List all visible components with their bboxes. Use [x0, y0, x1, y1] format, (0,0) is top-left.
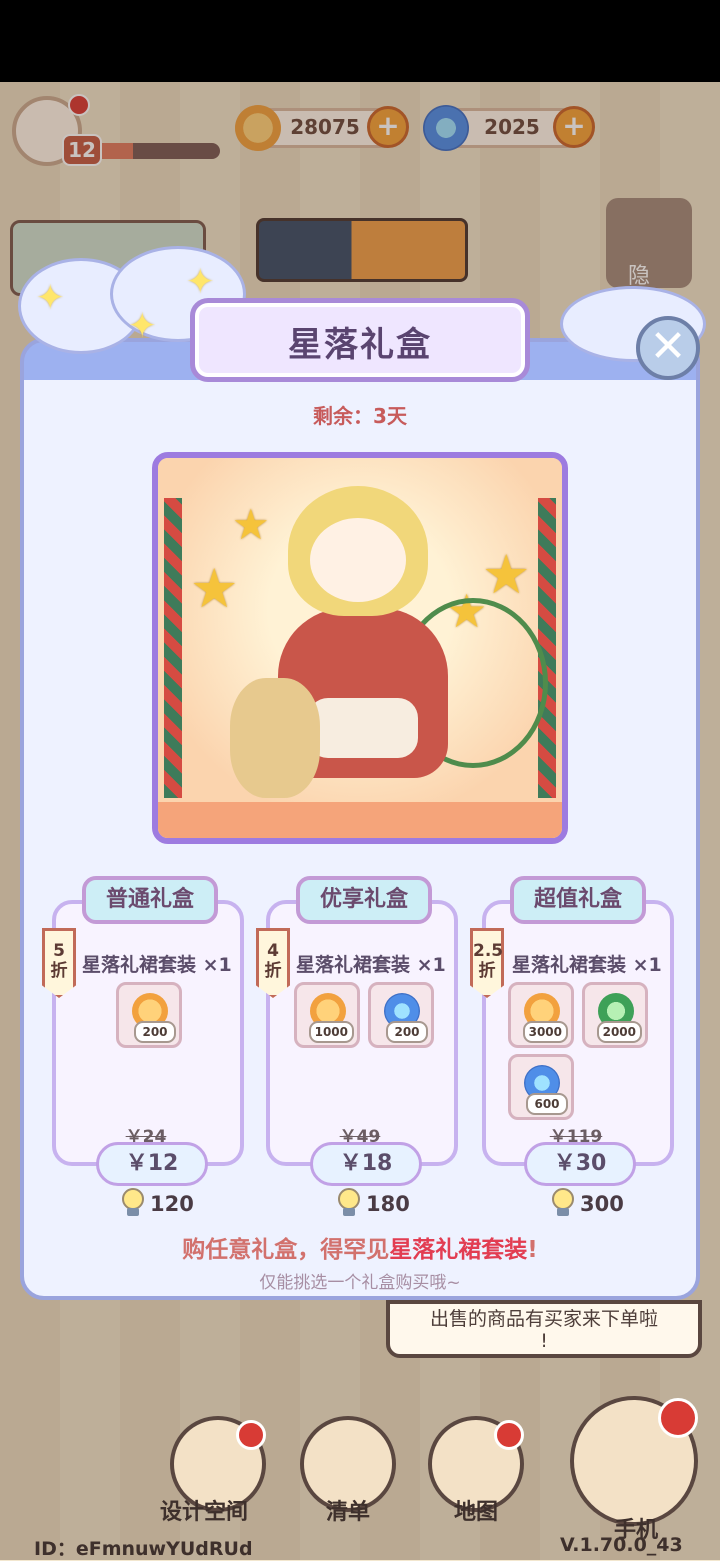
card-title: 普通礼盒 — [82, 876, 218, 924]
star-ornament-icon: ★ — [232, 500, 270, 549]
card-item-label: 星落礼裙套装 ×1 — [296, 954, 446, 976]
card-title: 优享礼盒 — [296, 876, 432, 924]
discount-tag: 4 折 — [256, 928, 290, 998]
reward-slot: 200 — [116, 982, 182, 1048]
discount-tag: 5 折 — [42, 928, 76, 998]
promo-text: 购任意礼盒，得罕见星落礼裙套装! — [182, 1237, 538, 1263]
nav-label: 清单 — [325, 1500, 370, 1525]
reward-slot: 200 — [368, 982, 434, 1048]
buy-basic-button[interactable]: ￥12 — [96, 1142, 208, 1186]
notification-dot — [658, 1398, 698, 1438]
version-label: V.1.70.0_43 — [560, 1534, 683, 1556]
character-skirt — [308, 698, 418, 758]
bulb-points: 120 — [150, 1192, 194, 1216]
curtain-left — [164, 498, 182, 798]
outfit-preview-art: ★ ★ ★ ★ — [152, 452, 568, 844]
reward-slot: 3000 — [508, 982, 574, 1048]
dialog-title: 星落礼盒 — [288, 325, 432, 365]
sparkle-icon: ✦ — [186, 262, 215, 302]
star-ornament-icon: ★ — [190, 557, 239, 620]
status-bar — [0, 0, 720, 82]
notification-dot — [494, 1420, 524, 1450]
close-button[interactable]: ✕ — [636, 316, 700, 380]
reward-slot: 2000 — [582, 982, 648, 1048]
teddy-bear — [230, 678, 320, 798]
discount-tag: 2.5 折 — [470, 928, 504, 998]
reward-slot: 600 — [508, 1054, 574, 1120]
bulb-icon — [550, 1188, 576, 1218]
bulb-icon — [336, 1188, 362, 1218]
user-id: ID：eFmnuwYUdRUd — [34, 1538, 253, 1560]
nav-label: 地图 — [453, 1500, 498, 1525]
sparkle-icon: ✦ — [36, 278, 65, 318]
card-title: 超值礼盒 — [510, 876, 646, 924]
time-remaining: 剩余：3天 — [313, 404, 407, 428]
nav-label: 设计空间 — [159, 1500, 248, 1525]
card-item-label: 星落礼裙套装 ×1 — [512, 954, 662, 976]
buy-value-button[interactable]: ￥30 — [524, 1142, 636, 1186]
purchase-note: 仅能挑选一个礼盒购买哦~ — [259, 1273, 461, 1293]
promo-highlight: 星落礼裙套装 — [389, 1237, 528, 1263]
sparkle-icon: ✦ — [128, 306, 157, 346]
bulb-icon — [120, 1188, 146, 1218]
dialog-title-plate: 星落礼盒 — [190, 298, 530, 382]
bulb-points: 300 — [580, 1192, 624, 1216]
card-item-label: 星落礼裙套装 ×1 — [82, 954, 232, 976]
speech-bubble: 出售的商品有买家来下单啦 ! — [386, 1300, 702, 1358]
notification-dot — [236, 1420, 266, 1450]
reward-slot: 1000 — [294, 982, 360, 1048]
bulb-points: 180 — [366, 1192, 410, 1216]
buy-premium-button[interactable]: ￥18 — [310, 1142, 422, 1186]
star-ornament-icon: ★ — [482, 543, 531, 606]
character-face — [310, 518, 406, 602]
